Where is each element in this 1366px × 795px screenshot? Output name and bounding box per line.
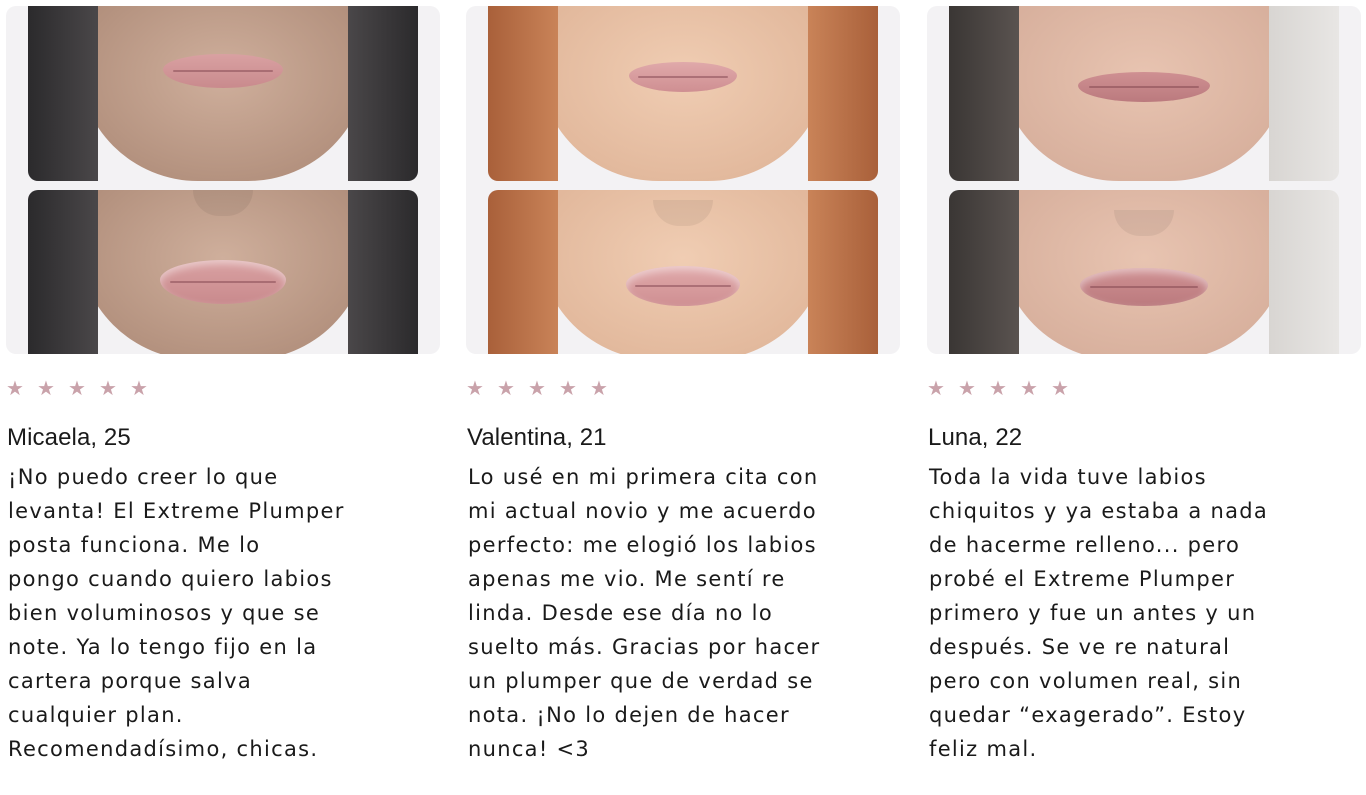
reviewer-name: Valentina, 21 [467,424,607,451]
star-icon: ★ [528,376,546,400]
review-card: ★ ★ ★ ★ ★ Luna, 22 Toda la vida tuve lab… [927,0,1361,795]
before-after-photo [927,6,1361,354]
star-icon: ★ [68,376,86,400]
star-rating: ★ ★ ★ ★ ★ [6,378,150,404]
review-text: Toda la vida tuve labios chiquitos y ya … [929,465,1269,761]
before-photo [949,6,1339,181]
review-text: ¡No puedo creer lo que levanta! El Extre… [8,465,345,761]
before-photo [488,6,878,181]
review-text: Lo usé en mi primera cita con mi actual … [468,465,821,761]
star-icon: ★ [590,376,608,400]
star-rating: ★ ★ ★ ★ ★ [927,378,1071,404]
star-icon: ★ [989,376,1007,400]
before-photo [28,6,418,181]
star-rating: ★ ★ ★ ★ ★ [466,378,610,404]
after-photo [28,190,418,354]
reviews-grid: ★ ★ ★ ★ ★ Micaela, 25 ¡No puedo creer lo… [0,0,1366,795]
before-after-photo [466,6,900,354]
review-card: ★ ★ ★ ★ ★ Micaela, 25 ¡No puedo creer lo… [6,0,440,795]
star-icon: ★ [497,376,515,400]
star-icon: ★ [958,376,976,400]
before-after-photo [6,6,440,354]
reviewer-name: Luna, 22 [928,424,1023,451]
star-icon: ★ [130,376,148,400]
star-icon: ★ [1020,376,1038,400]
star-icon: ★ [1051,376,1069,400]
star-icon: ★ [559,376,577,400]
star-icon: ★ [37,376,55,400]
review-card: ★ ★ ★ ★ ★ Valentina, 21 Lo usé en mi pri… [466,0,900,795]
star-icon: ★ [466,376,484,400]
star-icon: ★ [6,376,24,400]
reviewer-name: Micaela, 25 [7,424,131,451]
star-icon: ★ [99,376,117,400]
after-photo [488,190,878,354]
star-icon: ★ [927,376,945,400]
after-photo [949,190,1339,354]
